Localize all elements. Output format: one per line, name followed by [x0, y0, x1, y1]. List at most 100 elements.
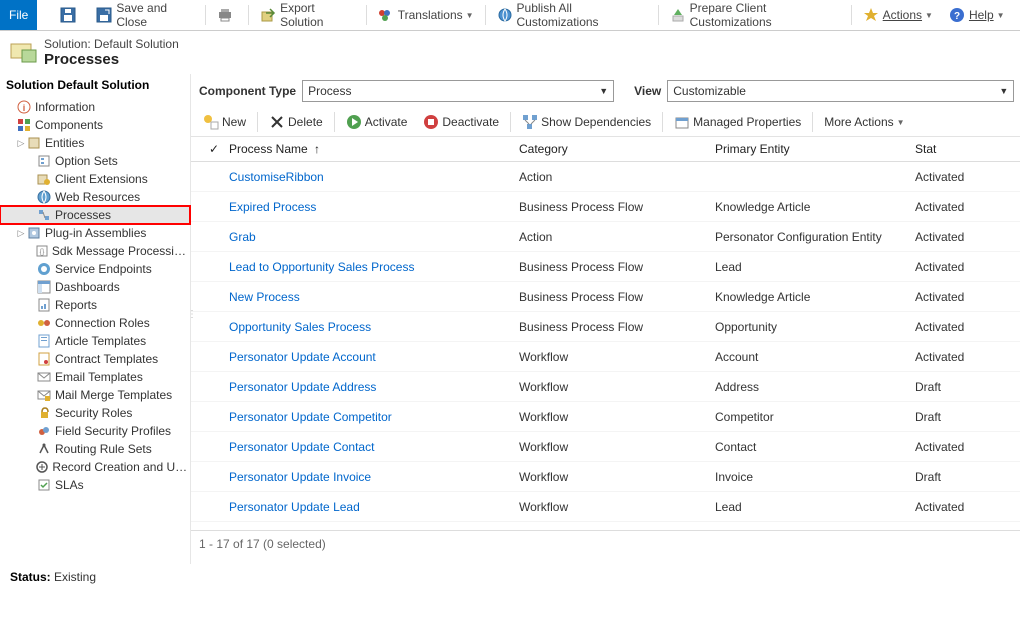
sidebar-item-label: Sdk Message Processing S...: [52, 244, 190, 258]
sidebar-item-label: Reports: [55, 298, 97, 312]
toolbar-separator: [257, 112, 258, 132]
more-actions-button[interactable]: More Actions: [816, 108, 912, 136]
table-row[interactable]: Personator Update OrderWorkflowOrderDraf…: [191, 522, 1020, 530]
grid-footer: 1 - 17 of 17 (0 selected) I◄ ◄ Page 1 ►: [191, 530, 1020, 557]
sidebar-item-article-templates[interactable]: Article Templates: [0, 332, 190, 350]
activate-button[interactable]: Activate: [338, 108, 416, 136]
deactivate-button[interactable]: Deactivate: [415, 108, 507, 136]
col-header-status[interactable]: Stat: [915, 142, 945, 156]
sidebar-item-email-templates[interactable]: Email Templates: [0, 368, 190, 386]
sidebar-item-record-creation-and-upda[interactable]: Record Creation and Upda...: [0, 458, 190, 476]
sidebar-item-mail-merge-templates[interactable]: Mail Merge Templates: [0, 386, 190, 404]
process-link[interactable]: Grab: [229, 230, 256, 244]
cell-category: Action: [519, 170, 715, 184]
grid-body[interactable]: CustomiseRibbon Action Activated Expired Pr…: [191, 162, 1020, 530]
sidebar-item-security-roles[interactable]: Security Roles: [0, 404, 190, 422]
save-close-icon: [96, 7, 112, 23]
table-row[interactable]: Expired ProcessBusiness Process FlowKnow…: [191, 192, 1020, 222]
view-label: View: [634, 84, 661, 98]
sidebar-item-processes[interactable]: Processes: [0, 206, 190, 224]
info-icon: i: [16, 100, 32, 114]
sidebar-item-components[interactable]: Components: [0, 116, 190, 134]
prepare-icon: [670, 7, 686, 23]
sidebar-item-label: Article Templates: [55, 334, 146, 348]
cell-name: Personator Update Invoice: [223, 470, 519, 484]
process-link[interactable]: New Process: [229, 290, 300, 304]
dependencies-icon: [522, 114, 538, 130]
sidebar-item-entities[interactable]: ▷Entities: [0, 134, 190, 152]
table-row[interactable]: GrabActionPersonator Configuration Entit…: [191, 222, 1020, 252]
sidebar-item-sdk-message-processing-s[interactable]: {}Sdk Message Processing S...: [0, 242, 190, 260]
sidebar-item-label: Service Endpoints: [55, 262, 152, 276]
col-header-entity[interactable]: Primary Entity: [715, 142, 915, 156]
table-row[interactable]: Personator Update LeadWorkflowLeadActiva…: [191, 492, 1020, 522]
table-row[interactable]: Personator Update CompetitorWorkflowComp…: [191, 402, 1020, 432]
process-link[interactable]: Personator Update Competitor: [229, 410, 392, 424]
sidebar-item-dashboards[interactable]: Dashboards: [0, 278, 190, 296]
process-link[interactable]: Personator Update Account: [229, 350, 376, 364]
cell-name: Personator Update Contact: [223, 440, 519, 454]
process-link[interactable]: Opportunity Sales Process: [229, 320, 371, 334]
chevron-down-icon: ▼: [999, 86, 1008, 96]
sidebar-item-routing-rule-sets[interactable]: Routing Rule Sets: [0, 440, 190, 458]
new-button[interactable]: New: [195, 108, 254, 136]
component-type-label: Component Type: [199, 84, 296, 98]
table-row[interactable]: Lead to Opportunity Sales ProcessBusines…: [191, 252, 1020, 282]
file-button[interactable]: File: [0, 0, 37, 30]
sidebar-item-connection-roles[interactable]: Connection Roles: [0, 314, 190, 332]
process-link[interactable]: Personator Update Invoice: [229, 470, 371, 484]
save-icon-button[interactable]: [52, 0, 88, 30]
sidebar-item-option-sets[interactable]: Option Sets: [0, 152, 190, 170]
table-row[interactable]: Personator Update AccountWorkflowAccount…: [191, 342, 1020, 372]
sidebar-item-service-endpoints[interactable]: Service Endpoints: [0, 260, 190, 278]
process-link[interactable]: CustomiseRibbon: [229, 170, 324, 184]
sidebar-item-information[interactable]: iInformation: [0, 98, 190, 116]
sidebar-item-client-extensions[interactable]: Client Extensions: [0, 170, 190, 188]
cell-category: Workflow: [519, 380, 715, 394]
select-all-checkbox[interactable]: ✓: [205, 142, 223, 156]
sidebar-item-label: Dashboards: [55, 280, 120, 294]
prepare-client-button[interactable]: Prepare Client Customizations: [662, 0, 848, 30]
view-select[interactable]: Customizable ▼: [667, 80, 1014, 102]
mailmerge-icon: [36, 388, 52, 402]
cell-status: Activated: [915, 350, 975, 364]
sidebar-item-field-security-profiles[interactable]: Field Security Profiles: [0, 422, 190, 440]
managed-properties-button[interactable]: Managed Properties: [666, 108, 809, 136]
process-link[interactable]: Lead to Opportunity Sales Process: [229, 260, 414, 274]
print-icon-button[interactable]: [209, 0, 245, 30]
process-link[interactable]: Expired Process: [229, 200, 316, 214]
table-row[interactable]: New ProcessBusiness Process FlowKnowledg…: [191, 282, 1020, 312]
help-label: Help: [969, 8, 994, 22]
col-header-category[interactable]: Category: [519, 142, 715, 156]
table-row[interactable]: CustomiseRibbonActionActivated: [191, 162, 1020, 192]
sidebar-item-plug-in-assemblies[interactable]: ▷Plug-in Assemblies: [0, 224, 190, 242]
save-and-close-button[interactable]: Save and Close: [88, 0, 202, 30]
translations-button[interactable]: Translations: [370, 0, 482, 30]
process-link[interactable]: Personator Update Address: [229, 380, 376, 394]
sidebar-item-label: Mail Merge Templates: [55, 388, 172, 402]
translations-icon: [378, 7, 394, 23]
page-title: Processes: [44, 51, 179, 68]
sidebar-item-web-resources[interactable]: Web Resources: [0, 188, 190, 206]
delete-button[interactable]: Delete: [261, 108, 331, 136]
table-row[interactable]: Personator Update InvoiceWorkflowInvoice…: [191, 462, 1020, 492]
export-solution-button[interactable]: Export Solution: [252, 0, 363, 30]
new-label: New: [222, 115, 246, 129]
show-dependencies-button[interactable]: Show Dependencies: [514, 108, 659, 136]
sidebar-item-slas[interactable]: SLAs: [0, 476, 190, 494]
actions-button[interactable]: Actions: [855, 0, 941, 30]
sidebar-item-contract-templates[interactable]: Contract Templates: [0, 350, 190, 368]
component-type-select[interactable]: Process ▼: [302, 80, 614, 102]
table-row[interactable]: Personator Update ContactWorkflowContact…: [191, 432, 1020, 462]
sidebar-item-reports[interactable]: Reports: [0, 296, 190, 314]
col-header-name[interactable]: Process Name ↑: [223, 142, 519, 156]
export-icon: [260, 7, 276, 23]
cell-category: Workflow: [519, 440, 715, 454]
process-link[interactable]: Personator Update Contact: [229, 440, 374, 454]
help-button[interactable]: ? Help: [941, 0, 1013, 30]
table-row[interactable]: Personator Update AddressWorkflowAddress…: [191, 372, 1020, 402]
resize-handle[interactable]: ⋮: [187, 309, 197, 320]
process-link[interactable]: Personator Update Lead: [229, 500, 360, 514]
publish-all-button[interactable]: Publish All Customizations: [489, 0, 655, 30]
table-row[interactable]: Opportunity Sales ProcessBusiness Proces…: [191, 312, 1020, 342]
